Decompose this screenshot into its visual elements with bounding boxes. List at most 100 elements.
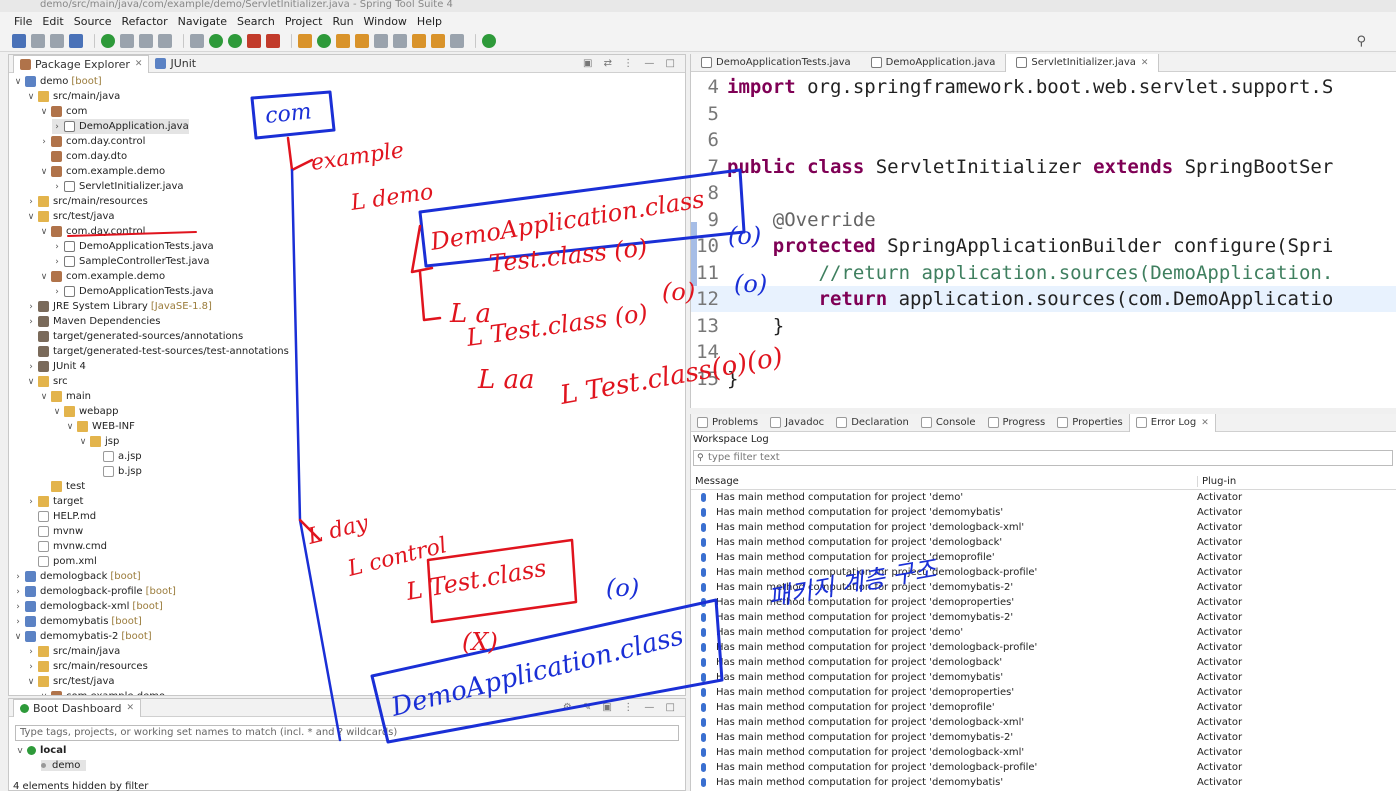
tree-item[interactable]: b.jsp — [91, 464, 142, 479]
table-row[interactable]: Has main method computation for project … — [691, 730, 1396, 745]
chevron-down-icon[interactable]: ∨ — [13, 632, 23, 642]
chevron-right-icon[interactable]: › — [26, 662, 36, 672]
table-row[interactable]: Has main method computation for project … — [691, 715, 1396, 730]
tree-item[interactable]: ∨ WEB-INF — [65, 419, 135, 434]
menu-run[interactable]: Run — [332, 15, 353, 28]
tree-item[interactable]: › demomybatis [boot] — [13, 614, 142, 629]
annotation-prev-icon[interactable] — [393, 33, 407, 48]
chevron-right-icon[interactable]: › — [52, 182, 62, 192]
forward-icon[interactable] — [450, 33, 464, 48]
chevron-right-icon[interactable]: › — [13, 572, 23, 582]
tree-item[interactable]: › com.day.control — [39, 134, 145, 149]
tree-item[interactable]: mvnw — [26, 524, 83, 539]
search-icon[interactable]: ⚲ — [1356, 34, 1366, 49]
menu-help[interactable]: Help — [417, 15, 442, 28]
menu-source[interactable]: Source — [74, 15, 112, 28]
chevron-down-icon[interactable]: ∨ — [26, 377, 36, 387]
tab-console[interactable]: Console — [915, 414, 982, 432]
tree-item[interactable]: › demologback-xml [boot] — [13, 599, 163, 614]
code-line[interactable]: 12 return application.sources(com.DemoAp… — [691, 286, 1396, 312]
tree-item[interactable]: › JUnit 4 — [26, 359, 86, 374]
chevron-down-icon[interactable]: ∨ — [65, 422, 75, 432]
tree-item[interactable]: ∨ webapp — [52, 404, 119, 419]
tree-item[interactable]: ∨ demomybatis-2 [boot] — [13, 629, 152, 644]
chevron-down-icon[interactable]: ∨ — [52, 407, 62, 417]
menu-project[interactable]: Project — [285, 15, 323, 28]
table-row[interactable]: Has main method computation for project … — [691, 685, 1396, 700]
tab-boot-dashboard[interactable]: Boot Dashboard ✕ — [13, 698, 142, 717]
code-line[interactable]: 4 import org.springframework.boot.web.ser… — [691, 74, 1396, 100]
view-menu-icons[interactable]: ▣ ⇄ ⋮ — □ — [583, 58, 685, 69]
run-icon[interactable] — [209, 33, 223, 48]
table-row[interactable]: Has main method computation for project … — [691, 550, 1396, 565]
tree-item[interactable]: ∨ src — [26, 374, 68, 389]
editor-tab[interactable]: DemoApplicationTests.java — [691, 54, 861, 72]
stop-icon[interactable] — [247, 33, 261, 48]
table-row[interactable]: Has main method computation for project … — [691, 670, 1396, 685]
tree-item[interactable]: › demologback [boot] — [13, 569, 141, 584]
close-icon[interactable]: ✕ — [1141, 58, 1149, 68]
tree-item[interactable]: › SampleControllerTest.java — [52, 254, 210, 269]
chevron-right-icon[interactable]: › — [13, 587, 23, 597]
tree-item[interactable]: ∨ src/main/java — [26, 89, 120, 104]
chevron-right-icon[interactable]: › — [26, 317, 36, 327]
table-row[interactable]: Has main method computation for project … — [691, 580, 1396, 595]
tree-item[interactable]: › demologback-profile [boot] — [13, 584, 176, 599]
column-plugin[interactable]: Plug-in — [1197, 476, 1236, 487]
table-row[interactable]: Has main method computation for project … — [691, 610, 1396, 625]
new-icon[interactable] — [12, 33, 26, 48]
new-package-icon[interactable] — [298, 33, 312, 48]
menu-window[interactable]: Window — [364, 15, 407, 28]
table-row[interactable]: Has main method computation for project … — [691, 520, 1396, 535]
table-row[interactable]: Has main method computation for project … — [691, 640, 1396, 655]
new-class-icon[interactable] — [317, 33, 331, 48]
close-icon[interactable]: ✕ — [135, 59, 143, 69]
chevron-right-icon[interactable]: › — [13, 617, 23, 627]
editor-tab[interactable]: ServletInitializer.java ✕ — [1005, 53, 1160, 72]
code-line[interactable]: 11 //return application.sources(DemoAppl… — [691, 260, 1396, 286]
tree-item[interactable]: › ServletInitializer.java — [52, 179, 184, 194]
tree-item[interactable]: › src/main/java — [26, 644, 120, 659]
back-icon[interactable] — [431, 33, 445, 48]
chevron-down-icon[interactable]: v — [15, 746, 25, 756]
tree-item[interactable]: pom.xml — [26, 554, 97, 569]
tree-item[interactable]: › target — [26, 494, 83, 509]
tree-item[interactable]: mvnw.cmd — [26, 539, 107, 554]
tree-item[interactable]: ∨ main — [39, 389, 91, 404]
chevron-down-icon[interactable]: ∨ — [26, 92, 36, 102]
tab-problems[interactable]: Problems — [691, 414, 764, 432]
chevron-right-icon[interactable]: › — [13, 602, 23, 612]
open-type-icon[interactable] — [336, 33, 350, 48]
perspective-icon[interactable] — [482, 33, 496, 48]
tree-item[interactable]: ∨ com.day.control — [39, 224, 145, 239]
tree-item[interactable]: ∨ com.example.demo — [39, 689, 165, 695]
save-all-icon[interactable] — [50, 33, 64, 48]
code-view[interactable]: 4 import org.springframework.boot.web.ser… — [691, 72, 1396, 408]
pin-icon[interactable] — [120, 33, 134, 48]
save-icon[interactable] — [31, 33, 45, 48]
dashboard-app-demo[interactable]: demo — [41, 760, 87, 771]
chevron-right-icon[interactable]: › — [52, 122, 62, 132]
tab-package-explorer[interactable]: Package Explorer ✕ — [13, 54, 150, 73]
chevron-right-icon[interactable]: › — [39, 137, 49, 147]
chevron-right-icon[interactable]: › — [52, 242, 62, 252]
dashboard-group-local[interactable]: v local — [15, 745, 66, 756]
tree-item[interactable]: ∨ jsp — [78, 434, 119, 449]
table-row[interactable]: Has main method computation for project … — [691, 535, 1396, 550]
terminal-icon[interactable] — [69, 33, 83, 48]
code-line[interactable]: 15} — [691, 366, 1396, 392]
tree-item[interactable]: › src/main/resources — [26, 194, 148, 209]
chevron-down-icon[interactable]: ∨ — [13, 77, 23, 87]
table-row[interactable]: Has main method computation for project … — [691, 490, 1396, 505]
tree-item[interactable]: › Maven Dependencies — [26, 314, 161, 329]
tree-item[interactable]: test — [39, 479, 85, 494]
menu-search[interactable]: Search — [237, 15, 275, 28]
menu-refactor[interactable]: Refactor — [122, 15, 168, 28]
table-row[interactable]: Has main method computation for project … — [691, 505, 1396, 520]
tab-progress[interactable]: Progress — [982, 414, 1052, 432]
tab-junit[interactable]: JUnit — [149, 55, 202, 73]
code-line[interactable]: 8 — [691, 180, 1396, 206]
editor-tab[interactable]: DemoApplication.java — [861, 54, 1006, 72]
chevron-down-icon[interactable]: ∨ — [39, 272, 49, 282]
menu-file[interactable]: File — [14, 15, 32, 28]
